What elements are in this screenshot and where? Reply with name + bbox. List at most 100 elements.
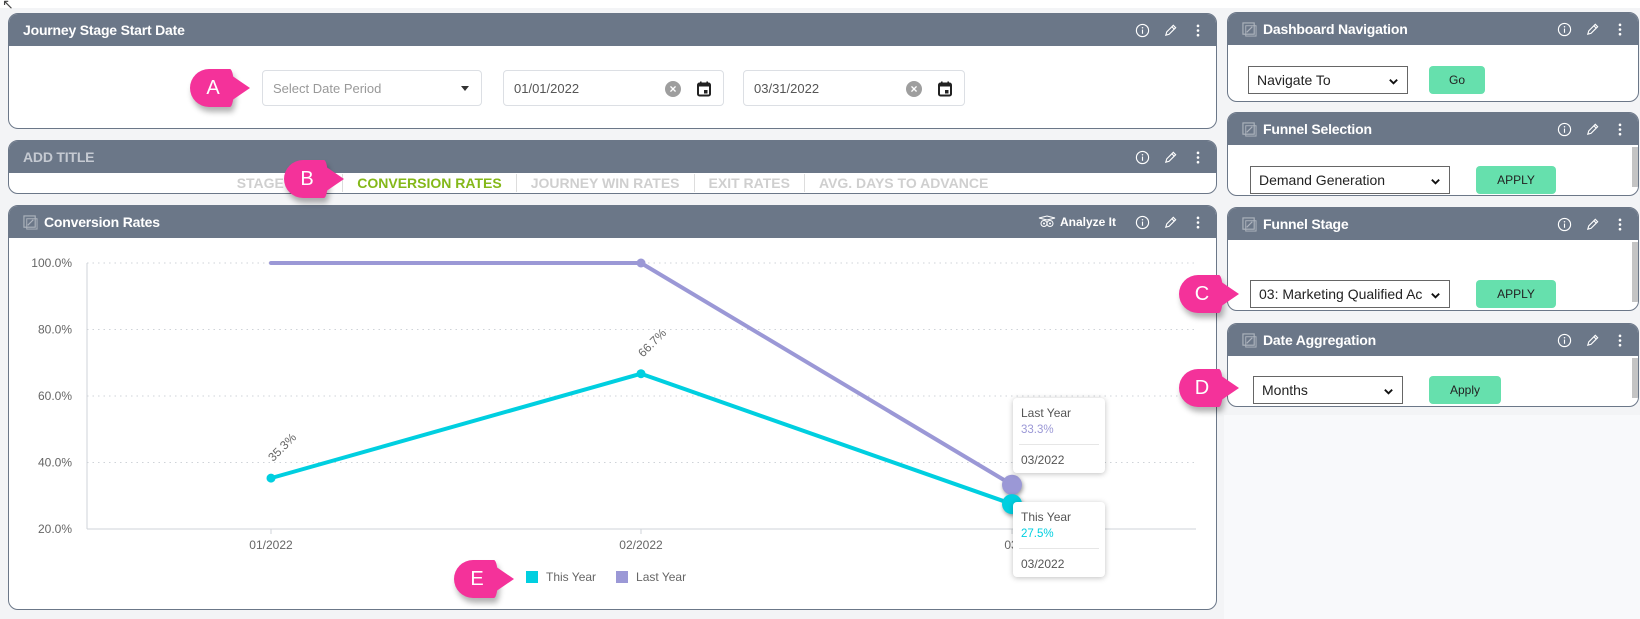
info-icon[interactable] (1556, 121, 1572, 137)
start-date-value: 01/01/2022 (514, 80, 580, 96)
tooltip-category: 03/2022 (1021, 453, 1065, 467)
panel-title: Funnel Selection (1263, 121, 1372, 137)
callout-b: B (284, 160, 344, 198)
tooltip-last-year: Last Year 33.3% 03/2022 (1013, 398, 1105, 473)
info-icon[interactable] (1556, 216, 1572, 232)
vertical-scrollbar[interactable] (1632, 358, 1638, 398)
edit-pencil-icon[interactable] (1584, 121, 1600, 137)
funnel-selection-panel: Funnel Selection Demand Generation APPLY (1227, 112, 1639, 196)
panel-title: Date Aggregation (1263, 332, 1376, 348)
date-aggregation-select[interactable]: Months (1253, 376, 1403, 404)
vertical-scrollbar[interactable] (1632, 147, 1638, 187)
info-icon[interactable] (1134, 149, 1150, 165)
more-options-icon[interactable] (1612, 332, 1628, 348)
more-options-icon[interactable] (1612, 21, 1628, 37)
funnel-select[interactable]: Demand Generation (1250, 166, 1450, 194)
tooltip-value: 27.5% (1021, 528, 1054, 540)
dashboard-navigation-panel: Dashboard Navigation Navigate To Go (1227, 12, 1639, 102)
callout-b-label: B (300, 167, 314, 190)
calendar-icon[interactable] (697, 81, 711, 100)
panel-header: ADD TITLE (9, 141, 1216, 173)
tooltip-series-name: Last Year (1021, 406, 1072, 420)
more-options-icon[interactable] (1190, 22, 1206, 38)
legend-label: Last Year (636, 570, 687, 584)
top-strip (0, 0, 1640, 8)
info-icon[interactable] (1134, 22, 1150, 38)
info-icon[interactable] (1556, 21, 1572, 37)
edit-pencil-icon[interactable] (1584, 216, 1600, 232)
legend-label: This Year (546, 570, 597, 584)
edit-pencil-icon[interactable] (1584, 332, 1600, 348)
chevron-down-icon (1388, 74, 1399, 90)
callout-d-label: D (1194, 376, 1210, 399)
owl-icon (1038, 215, 1056, 227)
callout-c: C (1179, 275, 1239, 313)
empty-right-area (1224, 415, 1640, 619)
start-date-input[interactable]: 01/01/2022 × (503, 70, 724, 106)
tab-conversion-rates[interactable]: CONVERSION RATES (342, 174, 515, 192)
legend-item-this-year[interactable]: This Year (526, 570, 596, 584)
funnel-apply-button[interactable]: APPLY (1476, 166, 1556, 194)
analyze-it-button[interactable]: Analyze It (1038, 215, 1116, 229)
edit-pencil-icon[interactable] (1162, 149, 1178, 165)
funnel-stage-panel: Funnel Stage 03: Marketing Qualified Ac … (1227, 207, 1639, 311)
panel-header: Dashboard Navigation (1228, 13, 1638, 45)
end-date-input[interactable]: 03/31/2022 × (743, 70, 965, 106)
expand-icon[interactable] (1242, 121, 1257, 137)
analyze-it-label: Analyze It (1059, 215, 1116, 229)
edit-pencil-icon[interactable] (1584, 21, 1600, 37)
navigate-to-value: Navigate To (1257, 72, 1331, 88)
more-options-icon[interactable] (1612, 121, 1628, 137)
info-icon[interactable] (1556, 332, 1572, 348)
funnel-stage-value: 03: Marketing Qualified Ac (1259, 286, 1423, 302)
date-aggregation-value: Months (1262, 382, 1308, 398)
navigate-to-select[interactable]: Navigate To (1248, 66, 1408, 94)
info-icon[interactable] (1134, 214, 1150, 230)
date-aggregation-apply-button[interactable]: Apply (1429, 376, 1501, 404)
mouse-cursor-icon: ↖ (2, 0, 14, 12)
panel-title: Journey Stage Start Date (23, 22, 185, 38)
more-options-icon[interactable] (1190, 214, 1206, 230)
tooltip-category: 03/2022 (1021, 557, 1065, 571)
more-options-icon[interactable] (1190, 149, 1206, 165)
callout-e-label: E (470, 567, 484, 590)
more-options-icon[interactable] (1612, 216, 1628, 232)
report-tabs: STAGE SIZES CONVERSION RATES JOURNEY WIN… (9, 173, 1216, 193)
legend-item-last-year[interactable]: Last Year (616, 570, 686, 584)
go-button[interactable]: Go (1429, 66, 1485, 94)
panel-header: Conversion Rates Analyze It (9, 206, 1216, 238)
date-aggregation-panel: Date Aggregation Months Apply (1227, 323, 1639, 407)
chevron-down-icon (1430, 174, 1441, 190)
edit-pencil-icon[interactable] (1162, 214, 1178, 230)
chevron-down-icon (1430, 288, 1441, 304)
calendar-icon[interactable] (938, 81, 952, 100)
callout-c-label: C (1194, 282, 1210, 305)
callout-a: A (190, 69, 250, 107)
tooltip-divider (1019, 548, 1099, 549)
edit-pencil-icon[interactable] (1162, 22, 1178, 38)
tab-exit-rates[interactable]: EXIT RATES (693, 174, 804, 192)
funnel-select-value: Demand Generation (1259, 172, 1386, 188)
funnel-stage-select[interactable]: 03: Marketing Qualified Ac (1250, 280, 1450, 308)
tab-avg-days-to-advance[interactable]: AVG. DAYS TO ADVANCE (803, 174, 1002, 192)
clear-icon[interactable]: × (665, 81, 681, 97)
panel-title[interactable]: ADD TITLE (23, 149, 95, 165)
panel-title: Funnel Stage (1263, 216, 1349, 232)
callout-e: E (454, 560, 514, 598)
clear-icon[interactable]: × (906, 81, 922, 97)
tab-journey-win-rates[interactable]: JOURNEY WIN RATES (515, 174, 694, 192)
tooltip-this-year: This Year 27.5% 03/2022 (1013, 502, 1105, 577)
expand-icon[interactable] (1242, 332, 1257, 348)
date-period-select[interactable]: Select Date Period (262, 70, 482, 106)
chart-legend: This Year Last Year (526, 570, 686, 584)
date-period-placeholder: Select Date Period (273, 80, 382, 96)
legend-swatch (616, 571, 629, 583)
vertical-scrollbar[interactable] (1632, 242, 1638, 302)
funnel-stage-apply-button[interactable]: APPLY (1476, 280, 1556, 308)
panel-title: Dashboard Navigation (1263, 21, 1408, 37)
legend-swatch (526, 571, 538, 583)
expand-icon[interactable] (23, 214, 38, 230)
panel-header: Journey Stage Start Date (9, 14, 1216, 46)
expand-icon[interactable] (1242, 216, 1257, 232)
expand-icon[interactable] (1242, 21, 1257, 37)
